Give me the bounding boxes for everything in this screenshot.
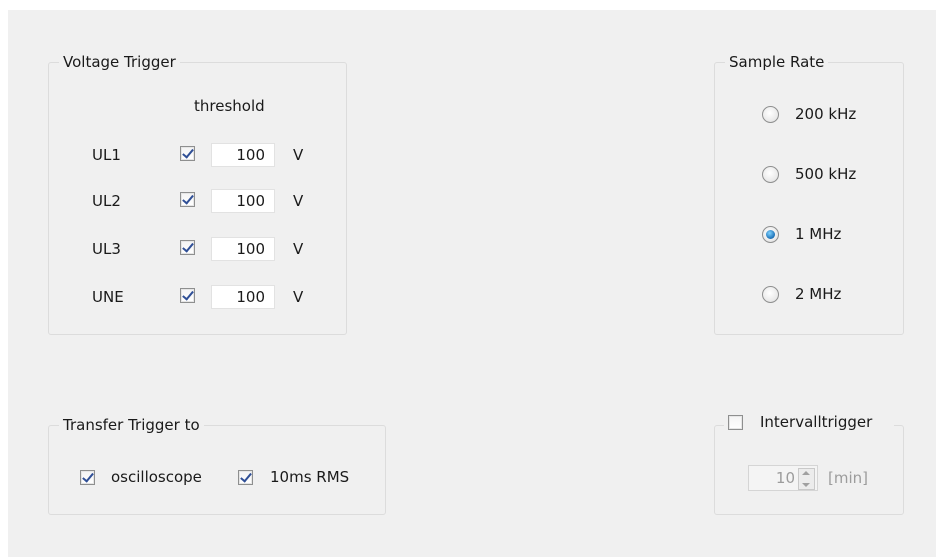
ul3-label: UL3 [92,240,121,258]
ul3-unit: V [293,240,304,258]
spin-arrows[interactable] [798,468,815,490]
ul1-label: UL1 [92,146,121,164]
voltage-trigger-title: Voltage Trigger [59,52,180,72]
rms-10ms-label[interactable]: 10ms RMS [270,468,349,486]
settings-panel: Voltage Trigger threshold UL1 100 V UL2 … [8,10,936,557]
sample-rate-500khz-label[interactable]: 500 kHz [795,165,856,183]
une-unit: V [293,288,304,306]
oscilloscope-label[interactable]: oscilloscope [111,468,202,486]
une-threshold-input[interactable]: 100 [211,285,275,309]
spin-up-icon[interactable] [802,471,810,475]
ul2-label: UL2 [92,192,121,210]
rms-10ms-checkbox[interactable] [238,470,253,485]
sample-rate-1mhz-radio[interactable] [762,226,779,243]
sample-rate-title: Sample Rate [725,52,829,72]
interval-unit: [min] [828,469,868,487]
ul3-threshold-input[interactable]: 100 [211,237,275,261]
spin-down-icon[interactable] [802,483,810,487]
interval-trigger-label[interactable]: Intervalltrigger [760,413,872,431]
ul3-checkbox[interactable] [180,240,195,255]
ul2-threshold-input[interactable]: 100 [211,189,275,213]
ul2-checkbox[interactable] [180,192,195,207]
ul1-unit: V [293,146,304,164]
interval-spinbox-value[interactable]: 10 [776,469,795,487]
interval-trigger-checkbox[interactable] [728,415,743,430]
une-checkbox[interactable] [180,288,195,303]
ul1-checkbox[interactable] [180,146,195,161]
sample-rate-1mhz-label[interactable]: 1 MHz [795,225,841,243]
transfer-trigger-title: Transfer Trigger to [59,415,204,435]
sample-rate-2mhz-label[interactable]: 2 MHz [795,285,841,303]
interval-spinbox[interactable]: 10 [748,465,818,491]
threshold-header: threshold [194,97,265,115]
sample-rate-2mhz-radio[interactable] [762,286,779,303]
sample-rate-200khz-radio[interactable] [762,106,779,123]
ul2-unit: V [293,192,304,210]
oscilloscope-checkbox[interactable] [80,470,95,485]
une-label: UNE [92,288,124,306]
ul1-threshold-input[interactable]: 100 [211,143,275,167]
sample-rate-200khz-label[interactable]: 200 kHz [795,105,856,123]
sample-rate-500khz-radio[interactable] [762,166,779,183]
